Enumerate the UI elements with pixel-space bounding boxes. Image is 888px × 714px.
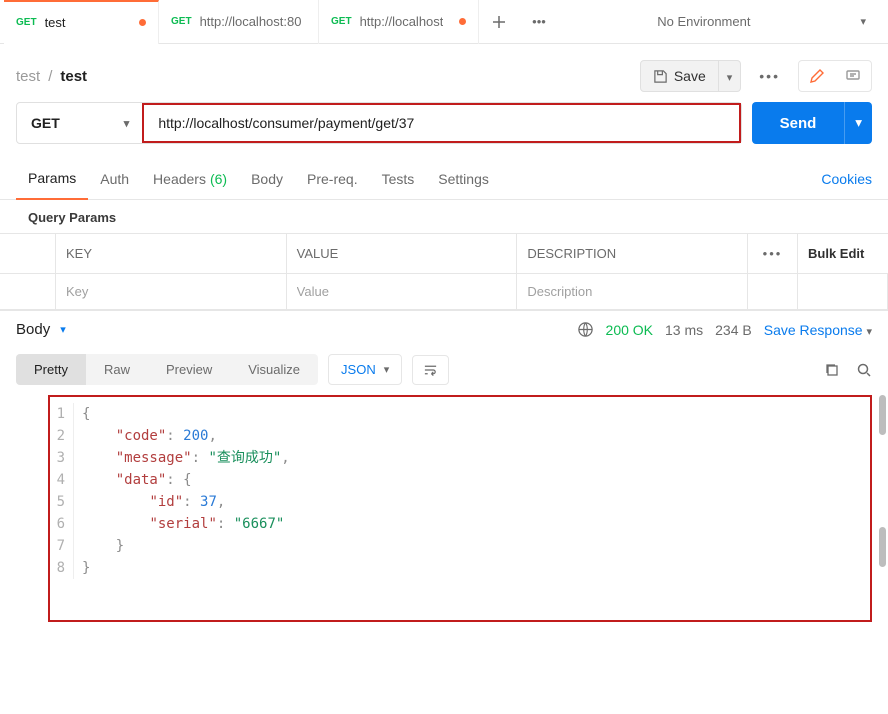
view-preview[interactable]: Preview (148, 354, 230, 385)
response-body: 1{2 "code": 200,3 "message": "查询成功",4 "d… (48, 395, 872, 622)
wrap-lines-button[interactable] (412, 355, 449, 385)
tab-headers[interactable]: Headers (6) (141, 158, 239, 200)
request-more-button[interactable]: ••• (753, 62, 786, 90)
response-header: Body ▾ 200 OK 13 ms 234 B Save Response … (0, 310, 888, 348)
query-param-row (0, 274, 888, 310)
request-row: GET ▾ Send ▾ (0, 102, 888, 158)
wrap-icon (423, 363, 438, 377)
tab-title: http://localhost:80 (200, 14, 302, 29)
save-icon (653, 69, 668, 84)
view-pretty[interactable]: Pretty (16, 354, 86, 385)
qp-value-input[interactable] (297, 284, 507, 299)
format-selector[interactable]: JSON ▾ (328, 354, 402, 385)
tab-settings[interactable]: Settings (426, 158, 501, 200)
qp-checkbox-header (0, 234, 56, 273)
view-mode-group (798, 60, 872, 92)
tab-method: GET (331, 16, 352, 27)
response-status-code: 200 OK (606, 322, 653, 338)
breadcrumb[interactable]: test / test (16, 68, 87, 85)
tab-params[interactable]: Params (16, 158, 88, 200)
breadcrumb-separator: / (48, 68, 52, 85)
build-mode-button[interactable] (799, 61, 835, 91)
query-params-header: KEY VALUE DESCRIPTION ••• Bulk Edit (0, 233, 888, 274)
url-input[interactable] (144, 115, 738, 131)
response-body-label[interactable]: Body (16, 321, 50, 338)
code-editor[interactable]: 1{2 "code": 200,3 "message": "查询成功",4 "d… (50, 397, 870, 585)
search-icon (856, 362, 872, 378)
save-response-button[interactable]: Save Response ▾ (764, 322, 872, 338)
chevron-down-icon: ▾ (860, 15, 866, 28)
globe-icon[interactable] (577, 321, 594, 338)
view-visualize[interactable]: Visualize (230, 354, 318, 385)
copy-icon (824, 362, 840, 378)
chevron-down-icon: ▾ (866, 325, 872, 338)
tab-method: GET (171, 16, 192, 27)
send-dropdown-button[interactable]: ▾ (844, 102, 872, 144)
response-time: 13 ms (665, 322, 703, 338)
modified-dot-icon (459, 18, 466, 25)
save-button-group: Save ▾ (640, 60, 741, 92)
chevron-down-icon[interactable]: ▾ (60, 323, 66, 336)
scrollbar-thumb[interactable] (879, 395, 886, 435)
modified-dot-icon (139, 19, 146, 26)
tab-bar: GET test GET http://localhost:80 GET htt… (0, 0, 888, 44)
qp-key-input[interactable] (66, 284, 276, 299)
tab-0[interactable]: GET test (4, 0, 159, 44)
save-button[interactable]: Save (640, 60, 719, 92)
qp-col-more[interactable]: ••• (748, 234, 798, 273)
breadcrumb-collection: test (16, 68, 40, 85)
cookies-link[interactable]: Cookies (821, 171, 872, 187)
tab-tests[interactable]: Tests (370, 158, 427, 200)
qp-col-value: VALUE (287, 234, 518, 273)
method-selector[interactable]: GET ▾ (17, 103, 144, 143)
tab-overflow-button[interactable]: ••• (519, 14, 559, 29)
tab-body[interactable]: Body (239, 158, 295, 200)
bulk-edit-button[interactable]: Bulk Edit (798, 234, 888, 273)
chevron-down-icon: ▾ (727, 71, 733, 84)
response-size: 234 B (715, 322, 752, 338)
format-label: JSON (341, 362, 376, 377)
search-response-button[interactable] (856, 362, 872, 378)
tab-2[interactable]: GET http://localhost (319, 0, 479, 44)
environment-label: No Environment (657, 14, 750, 29)
pencil-icon (809, 68, 825, 84)
chevron-down-icon: ▾ (124, 117, 130, 130)
save-label: Save (674, 68, 706, 84)
environment-selector[interactable]: No Environment ▾ (635, 14, 884, 29)
save-dropdown-button[interactable]: ▾ (719, 60, 742, 92)
send-button[interactable]: Send (752, 102, 845, 144)
view-raw[interactable]: Raw (86, 354, 148, 385)
tab-1[interactable]: GET http://localhost:80 (159, 0, 319, 44)
qp-col-desc: DESCRIPTION (517, 234, 748, 273)
chevron-down-icon: ▾ (384, 363, 390, 376)
comment-icon (845, 68, 861, 84)
qp-col-key: KEY (56, 234, 287, 273)
chevron-down-icon: ▾ (855, 115, 862, 130)
qp-checkbox[interactable] (0, 274, 56, 309)
request-tabs: Params Auth Headers (6) Body Pre-req. Te… (0, 158, 888, 200)
new-tab-button[interactable] (479, 15, 519, 29)
method-label: GET (31, 115, 60, 131)
tab-auth[interactable]: Auth (88, 158, 141, 200)
method-url-group: GET ▾ (16, 102, 742, 144)
tab-prereq[interactable]: Pre-req. (295, 158, 370, 200)
comment-mode-button[interactable] (835, 61, 871, 91)
scrollbar-thumb[interactable] (879, 527, 886, 567)
tab-method: GET (16, 17, 37, 28)
tab-title: test (45, 15, 66, 30)
request-title-row: test / test Save ▾ ••• (0, 44, 888, 102)
qp-desc-input[interactable] (527, 284, 737, 299)
breadcrumb-name: test (60, 68, 87, 85)
query-params-title: Query Params (0, 200, 888, 233)
copy-response-button[interactable] (824, 362, 840, 378)
tab-title: http://localhost (360, 14, 444, 29)
response-view-tabs: Pretty Raw Preview Visualize JSON ▾ (0, 348, 888, 395)
